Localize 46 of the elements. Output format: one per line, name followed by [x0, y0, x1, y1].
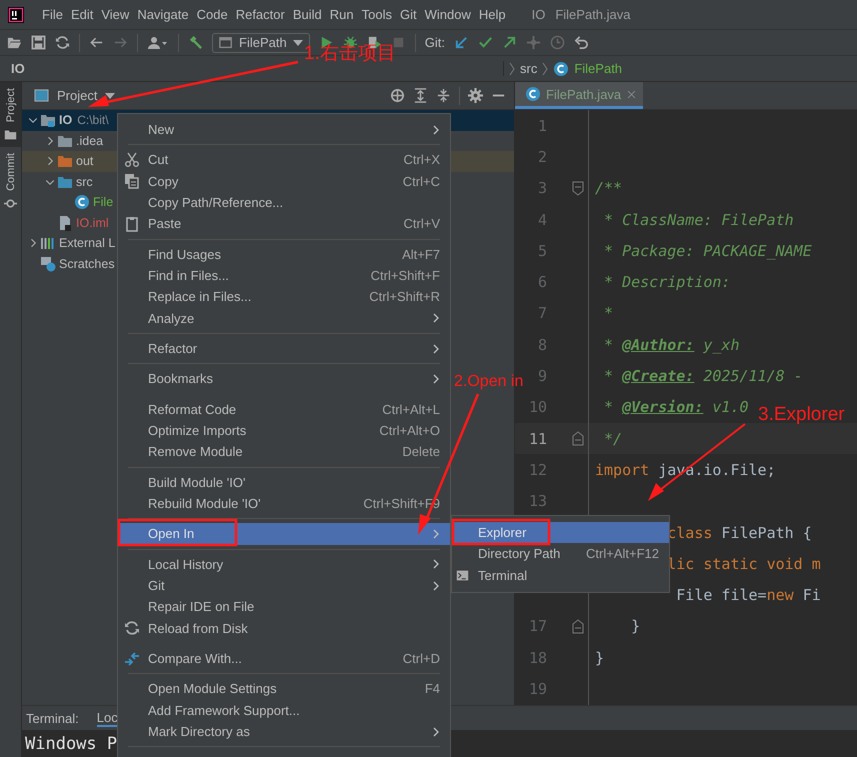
- tree-label: IO: [59, 113, 72, 128]
- tree-label: Scratches: [59, 256, 115, 271]
- line-number: 1: [538, 116, 547, 135]
- module-path: C:\bit\: [77, 113, 109, 128]
- code-line: /**: [594, 179, 622, 198]
- code-line: File file=new Fi: [675, 586, 821, 604]
- code-line: * Package: PACKAGE_NAME: [603, 242, 812, 260]
- line-number: 4: [538, 210, 547, 229]
- code-line: class FilePath {: [666, 524, 812, 542]
- line-number: 2: [538, 148, 547, 166]
- code-line: * @Author: y_xh: [603, 336, 740, 354]
- line-number: 7: [538, 304, 547, 322]
- code-line: *: [603, 304, 614, 322]
- tree-label: out: [76, 154, 94, 168]
- code-line: * @Version: v1.0: [603, 398, 749, 416]
- window-title: IO: [532, 7, 546, 22]
- terminal-output: Windows P: [25, 734, 118, 754]
- code-line: */: [603, 430, 622, 448]
- tree-label: External L: [59, 236, 116, 250]
- code-line: * @Create: 2025/11/8 -: [603, 367, 803, 386]
- line-number: 3: [538, 179, 547, 198]
- line-number: 5: [538, 242, 547, 260]
- annotation-label: 3.Explorer: [758, 405, 845, 424]
- tree-label: IO.iml: [76, 216, 109, 230]
- line-number: 11: [528, 430, 547, 448]
- code-line: * Description:: [603, 273, 730, 292]
- annotation-label: 2.Open in: [454, 374, 524, 390]
- line-number: 17: [528, 617, 547, 636]
- line-number: 9: [538, 367, 547, 386]
- code-line: * ClassName: FilePath: [603, 210, 794, 229]
- tree-label: src: [76, 174, 93, 189]
- line-number: 12: [528, 460, 547, 479]
- line-number: 8: [538, 336, 547, 354]
- line-number: 6: [538, 273, 547, 292]
- line-number: 18: [528, 648, 547, 667]
- code-line: }: [630, 617, 640, 636]
- line-number: 13: [528, 492, 547, 510]
- code-line: lic static void m: [666, 554, 821, 573]
- tree-label: File: [93, 195, 114, 210]
- line-number: 10: [528, 398, 547, 416]
- code-line: }: [594, 648, 604, 667]
- line-number: 19: [528, 680, 547, 698]
- git-label: Git:: [424, 35, 445, 50]
- window-title: FilePath.java: [555, 7, 630, 22]
- tool-window-label: Terminal:: [26, 710, 79, 726]
- tree-label: .idea: [76, 134, 104, 148]
